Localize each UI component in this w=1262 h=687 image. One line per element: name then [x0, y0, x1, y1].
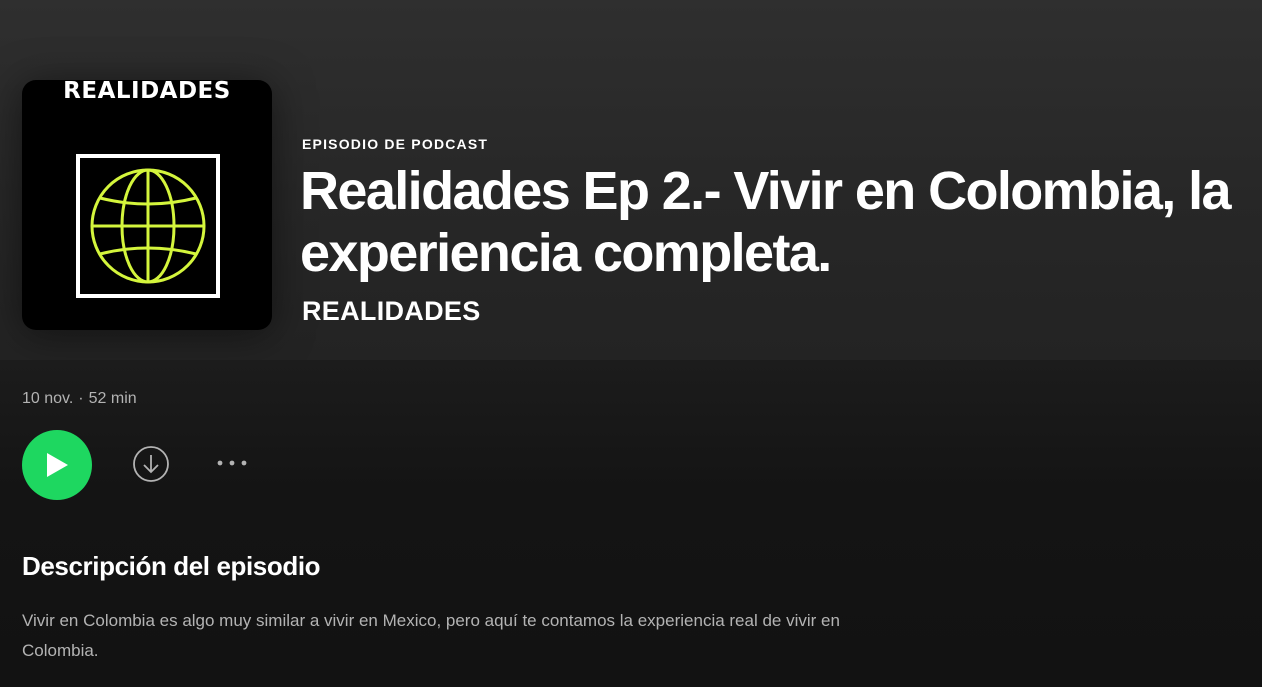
play-button[interactable] [22, 430, 92, 500]
description-text: Vivir en Colombia es algo muy similar a … [22, 611, 840, 660]
show-name-link[interactable]: REALIDADES [302, 296, 481, 327]
cover-title: REALIDADES [63, 80, 231, 104]
episode-cover-art: REALIDADES [22, 80, 272, 330]
episode-title: Realidades Ep 2.- Vivir en Colombia, la … [300, 161, 1232, 283]
episode-meta: 10 nov. · 52 min [22, 390, 137, 408]
episode-page: REALIDADES EPISODIO DE PODCAST Realidade… [0, 0, 1262, 687]
play-icon [47, 453, 68, 477]
episode-type-label: EPISODIO DE PODCAST [302, 136, 489, 152]
episode-header: REALIDADES EPISODIO DE PODCAST Realidade… [0, 0, 1262, 360]
download-icon[interactable] [132, 445, 170, 483]
globe-icon [90, 168, 206, 284]
episode-duration: 52 min [88, 390, 137, 407]
meta-separator: · [78, 390, 84, 407]
more-options-button[interactable] [212, 446, 252, 480]
description-heading: Descripción del episodio [22, 551, 321, 581]
more-options-icon [217, 460, 247, 466]
episode-date: 10 nov. [22, 390, 74, 407]
